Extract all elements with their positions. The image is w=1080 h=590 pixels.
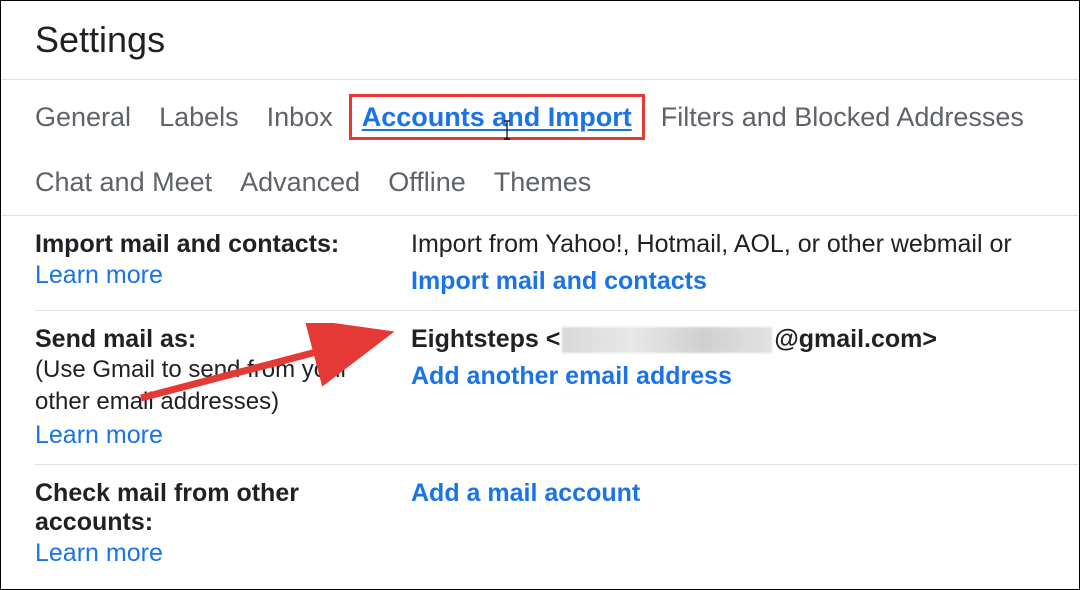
redacted-email-local xyxy=(562,327,772,353)
check-mail-title: Check mail from other accounts: xyxy=(35,479,387,537)
tabs-bar: General Labels Inbox Accounts and Import… xyxy=(1,79,1079,216)
tab-general[interactable]: General xyxy=(35,99,131,135)
import-mail-learn-more-link[interactable]: Learn more xyxy=(35,261,163,290)
send-mail-as-learn-more-link[interactable]: Learn more xyxy=(35,421,163,450)
import-mail-title: Import mail and contacts: xyxy=(35,230,387,259)
section-send-mail-as: Send mail as: (Use Gmail to send from yo… xyxy=(35,311,1079,465)
tab-inbox[interactable]: Inbox xyxy=(267,99,333,135)
tab-offline[interactable]: Offline xyxy=(388,164,466,200)
check-mail-learn-more-link[interactable]: Learn more xyxy=(35,539,163,568)
add-another-email-link[interactable]: Add another email address xyxy=(411,362,732,391)
send-mail-as-email: Eightsteps < @gmail.com> xyxy=(411,325,1079,354)
tab-accounts-and-import[interactable]: Accounts and Import xyxy=(349,94,645,140)
import-mail-desc: Import from Yahoo!, Hotmail, AOL, or oth… xyxy=(411,230,1079,259)
section-check-mail: Check mail from other accounts: Learn mo… xyxy=(35,465,1079,582)
tab-advanced[interactable]: Advanced xyxy=(240,164,360,200)
tab-themes[interactable]: Themes xyxy=(494,164,592,200)
add-mail-account-link[interactable]: Add a mail account xyxy=(411,479,640,508)
section-import-mail: Import mail and contacts: Learn more Imp… xyxy=(35,216,1079,311)
page-title: Settings xyxy=(1,1,1079,79)
email-display-name: Eightsteps xyxy=(411,325,539,353)
send-mail-as-title: Send mail as: xyxy=(35,325,387,354)
send-mail-as-sub: (Use Gmail to send from your other email… xyxy=(35,354,387,419)
email-open-bracket: < xyxy=(546,325,561,353)
email-domain: @gmail.com> xyxy=(774,325,937,353)
tab-chat-and-meet[interactable]: Chat and Meet xyxy=(35,164,212,200)
tab-filters-and-blocked[interactable]: Filters and Blocked Addresses xyxy=(661,99,1024,135)
import-mail-and-contacts-link[interactable]: Import mail and contacts xyxy=(411,267,707,296)
tab-labels[interactable]: Labels xyxy=(159,99,239,135)
